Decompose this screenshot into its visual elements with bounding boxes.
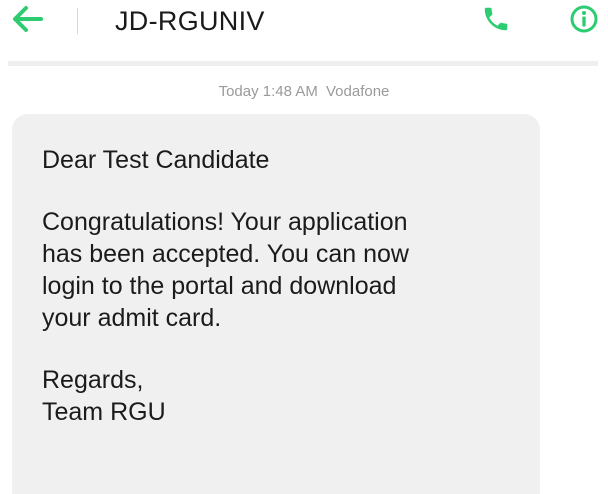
info-circle-icon bbox=[569, 4, 599, 39]
message-greeting: Dear Test Candidate bbox=[42, 146, 270, 174]
message-body-line: Congratulations! Your application bbox=[42, 208, 408, 236]
top-app-bar: JD-RGUNIV bbox=[0, 0, 608, 50]
conversation-title: JD-RGUNIV bbox=[115, 6, 265, 36]
message-body-line: login to the portal and download bbox=[42, 272, 397, 300]
header-divider bbox=[77, 8, 78, 34]
message-bubble[interactable]: Dear Test Candidate Congratulations! You… bbox=[12, 114, 540, 494]
arrow-left-icon bbox=[12, 5, 44, 38]
message-body: Congratulations! Your application has be… bbox=[42, 206, 510, 334]
info-button[interactable] bbox=[564, 3, 604, 39]
message-carrier: Vodafone bbox=[326, 83, 390, 100]
message-signoff: Regards, Team RGU bbox=[42, 364, 510, 428]
header-separator bbox=[8, 61, 598, 66]
phone-icon bbox=[481, 4, 511, 39]
signoff-line: Regards, bbox=[42, 366, 144, 394]
back-button[interactable] bbox=[8, 3, 48, 39]
message-screen: JD-RGUNIV Today 1:48 AM Vodafone Dear Te bbox=[0, 0, 608, 494]
call-button[interactable] bbox=[478, 3, 514, 39]
message-body-line: has been accepted. You can now bbox=[42, 240, 409, 268]
message-body-line: your admit card. bbox=[42, 304, 222, 332]
message-timestamp: Today 1:48 AM Vodafone bbox=[0, 82, 608, 102]
signoff-line: Team RGU bbox=[42, 398, 166, 426]
message-time: Today 1:48 AM bbox=[218, 83, 318, 100]
